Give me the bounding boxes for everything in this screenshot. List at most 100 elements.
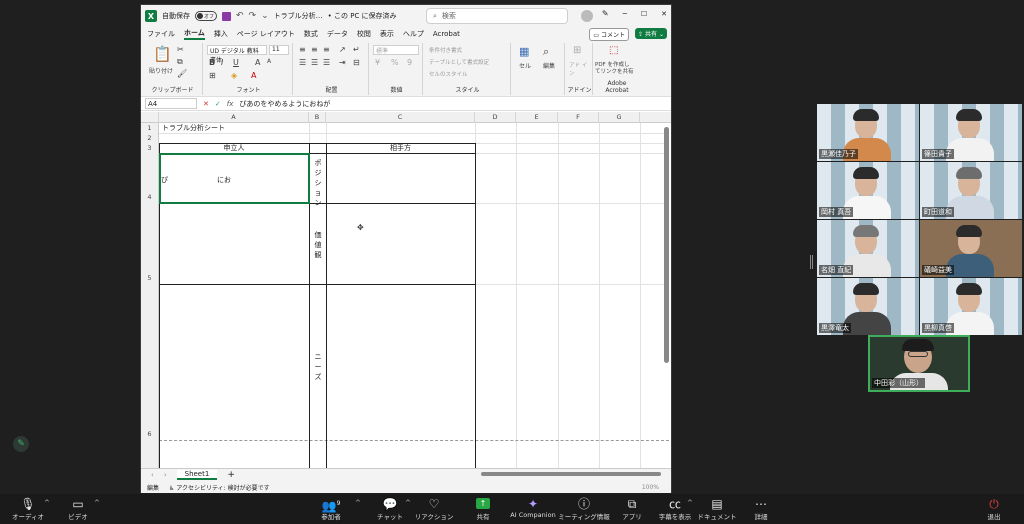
column-header[interactable]: D bbox=[475, 112, 516, 123]
worksheet-grid[interactable]: A B C D E F G 1 2 3 4 5 6 トラブル分析シート 申立人 … bbox=[141, 112, 671, 468]
addins-icon[interactable]: ⊞ bbox=[573, 45, 581, 56]
align-top-icon[interactable]: ≡ bbox=[299, 45, 306, 54]
participants-button[interactable]: 👥9 参加者 bbox=[303, 497, 359, 521]
row-header[interactable]: 6 bbox=[141, 284, 159, 440]
selected-cell-a4[interactable] bbox=[159, 153, 310, 204]
search-input[interactable]: ⌕ 検索 bbox=[426, 8, 568, 24]
align-right-icon[interactable]: ☰ bbox=[323, 58, 330, 67]
cancel-icon[interactable]: ✕ bbox=[203, 100, 209, 108]
fx-icon[interactable]: fx bbox=[227, 100, 234, 108]
tab-review[interactable]: 校閲 bbox=[357, 29, 371, 39]
align-center-icon[interactable]: ☰ bbox=[311, 58, 318, 67]
font-name-select[interactable]: UD デジタル 教科書体 bbox=[207, 45, 267, 64]
tab-data[interactable]: データ bbox=[327, 29, 348, 39]
underline-icon[interactable]: U bbox=[233, 58, 239, 67]
active-speaker-tile[interactable]: 中田彩（山形） bbox=[868, 335, 970, 392]
next-sheet-icon[interactable]: › bbox=[164, 471, 167, 479]
format-painter-icon[interactable]: 🖌 bbox=[177, 69, 187, 78]
percent-icon[interactable]: % bbox=[391, 58, 399, 67]
addins-label[interactable]: アド イン bbox=[569, 61, 592, 77]
cell-styles-button[interactable]: セルのスタイル bbox=[429, 70, 468, 78]
cell-c3[interactable]: 相手方 bbox=[326, 143, 475, 153]
border-icon[interactable]: ⊞ bbox=[209, 71, 216, 80]
participant-tile[interactable]: 黒瀬佳乃子 bbox=[817, 104, 919, 161]
gallery-resize-handle[interactable] bbox=[810, 255, 813, 269]
currency-icon[interactable]: ¥ bbox=[375, 58, 380, 67]
leave-button[interactable]: ⏻ 退出 bbox=[966, 497, 1022, 521]
share-button[interactable]: ⇪ 共有 ⌄ bbox=[635, 28, 667, 39]
cells-label[interactable]: セル bbox=[519, 61, 531, 70]
formula-input[interactable]: ぴあのをやめるようにおねが bbox=[239, 99, 330, 109]
participant-tile[interactable]: 黒柳真啓 bbox=[920, 278, 1022, 335]
annotate-pen-icon[interactable]: ✎ bbox=[13, 436, 29, 452]
pen-icon[interactable]: ✎ bbox=[602, 9, 609, 18]
row-header[interactable]: 2 bbox=[141, 133, 159, 143]
horizontal-scrollbar[interactable] bbox=[481, 472, 661, 476]
row-header[interactable]: 4 bbox=[141, 153, 159, 203]
pdf-link-label[interactable]: てリンクを共有 bbox=[595, 67, 634, 75]
redo-icon[interactable]: ↷ bbox=[249, 11, 257, 21]
comma-icon[interactable]: 9 bbox=[407, 58, 412, 67]
editing-search-icon[interactable]: ⌕ bbox=[543, 45, 549, 59]
font-shrink-icon[interactable]: A bbox=[267, 58, 271, 65]
merge-icon[interactable]: ⊟ bbox=[353, 58, 360, 67]
fill-color-icon[interactable]: ◈ bbox=[231, 71, 237, 80]
font-grow-icon[interactable]: A bbox=[255, 58, 260, 67]
cell-a1[interactable]: トラブル分析シート bbox=[162, 123, 225, 133]
participant-tile[interactable]: 町田道和 bbox=[920, 162, 1022, 219]
ai-companion-button[interactable]: ✦ AI Companion bbox=[505, 497, 561, 519]
column-header[interactable]: G bbox=[599, 112, 640, 123]
participant-tile[interactable]: 礒崎益美 bbox=[920, 220, 1022, 277]
autosave-toggle[interactable]: オフ bbox=[195, 11, 217, 21]
tab-formulas[interactable]: 数式 bbox=[304, 29, 318, 39]
customize-chevron-icon[interactable]: ⌄ bbox=[261, 11, 269, 21]
row-header[interactable]: 5 bbox=[141, 203, 159, 284]
table-format-button[interactable]: テーブルとして書式設定 bbox=[429, 58, 489, 66]
video-options-chevron-icon[interactable]: ^ bbox=[94, 499, 100, 507]
share-screen-button[interactable]: ↑ 共有 bbox=[455, 497, 511, 521]
comment-button[interactable]: ▭ コメント bbox=[589, 28, 629, 41]
save-status[interactable]: • この PC に保存済み bbox=[328, 11, 397, 21]
font-color-icon[interactable]: A bbox=[251, 71, 256, 80]
zoom-level[interactable]: 100% bbox=[642, 484, 659, 491]
tab-page-layout[interactable]: ページ レイアウト bbox=[237, 29, 295, 39]
participant-tile[interactable]: 黒澤竜太 bbox=[817, 278, 919, 335]
tab-insert[interactable]: 挿入 bbox=[214, 29, 228, 39]
participants-options-chevron-icon[interactable]: ^ bbox=[355, 499, 361, 507]
close-icon[interactable]: ✕ bbox=[661, 10, 667, 18]
sheet-tab[interactable]: Sheet1 bbox=[176, 470, 218, 480]
enter-icon[interactable]: ✓ bbox=[215, 100, 221, 108]
cell-a3[interactable]: 申立人 bbox=[159, 143, 309, 153]
more-button[interactable]: ⋯ 詳細 bbox=[733, 497, 789, 521]
paste-label[interactable]: 貼り付け bbox=[149, 66, 173, 75]
maximize-icon[interactable]: ☐ bbox=[641, 10, 647, 18]
column-header[interactable]: C bbox=[326, 112, 475, 123]
column-header[interactable]: E bbox=[516, 112, 558, 123]
column-header[interactable]: B bbox=[309, 112, 326, 123]
conditional-format-button[interactable]: 条件付き書式 bbox=[429, 46, 462, 54]
number-format-select[interactable]: 標準 bbox=[373, 45, 419, 55]
tab-file[interactable]: ファイル bbox=[147, 29, 175, 39]
column-header[interactable]: F bbox=[558, 112, 599, 123]
wrap-text-icon[interactable]: ↵ bbox=[353, 45, 360, 54]
font-size-select[interactable]: 11 bbox=[269, 45, 289, 55]
vertical-scrollbar[interactable] bbox=[664, 127, 669, 363]
row-header[interactable]: 3 bbox=[141, 143, 159, 153]
participant-tile[interactable]: 篠田貴子 bbox=[920, 104, 1022, 161]
tab-help[interactable]: ヘルプ bbox=[403, 29, 424, 39]
audio-options-chevron-icon[interactable]: ^ bbox=[44, 499, 50, 507]
italic-icon[interactable]: I bbox=[221, 58, 223, 67]
indent-icon[interactable]: ⇥ bbox=[339, 58, 346, 67]
participant-tile[interactable]: 名畑 直紀 bbox=[817, 220, 919, 277]
cut-icon[interactable]: ✂ bbox=[177, 45, 184, 54]
tab-home[interactable]: ホーム bbox=[184, 28, 205, 40]
paste-icon[interactable]: 📋 bbox=[153, 45, 172, 63]
pdf-icon[interactable]: ⬚ bbox=[609, 45, 618, 56]
orientation-icon[interactable]: ↗ bbox=[339, 45, 346, 54]
accessibility-status[interactable]: ♿ アクセシビリティ: 検討が必要です bbox=[169, 483, 270, 492]
tab-view[interactable]: 表示 bbox=[380, 29, 394, 39]
align-bottom-icon[interactable]: ≡ bbox=[323, 45, 330, 54]
add-sheet-icon[interactable]: + bbox=[227, 470, 235, 480]
save-icon[interactable] bbox=[222, 11, 231, 21]
undo-icon[interactable]: ↶ bbox=[236, 11, 244, 21]
